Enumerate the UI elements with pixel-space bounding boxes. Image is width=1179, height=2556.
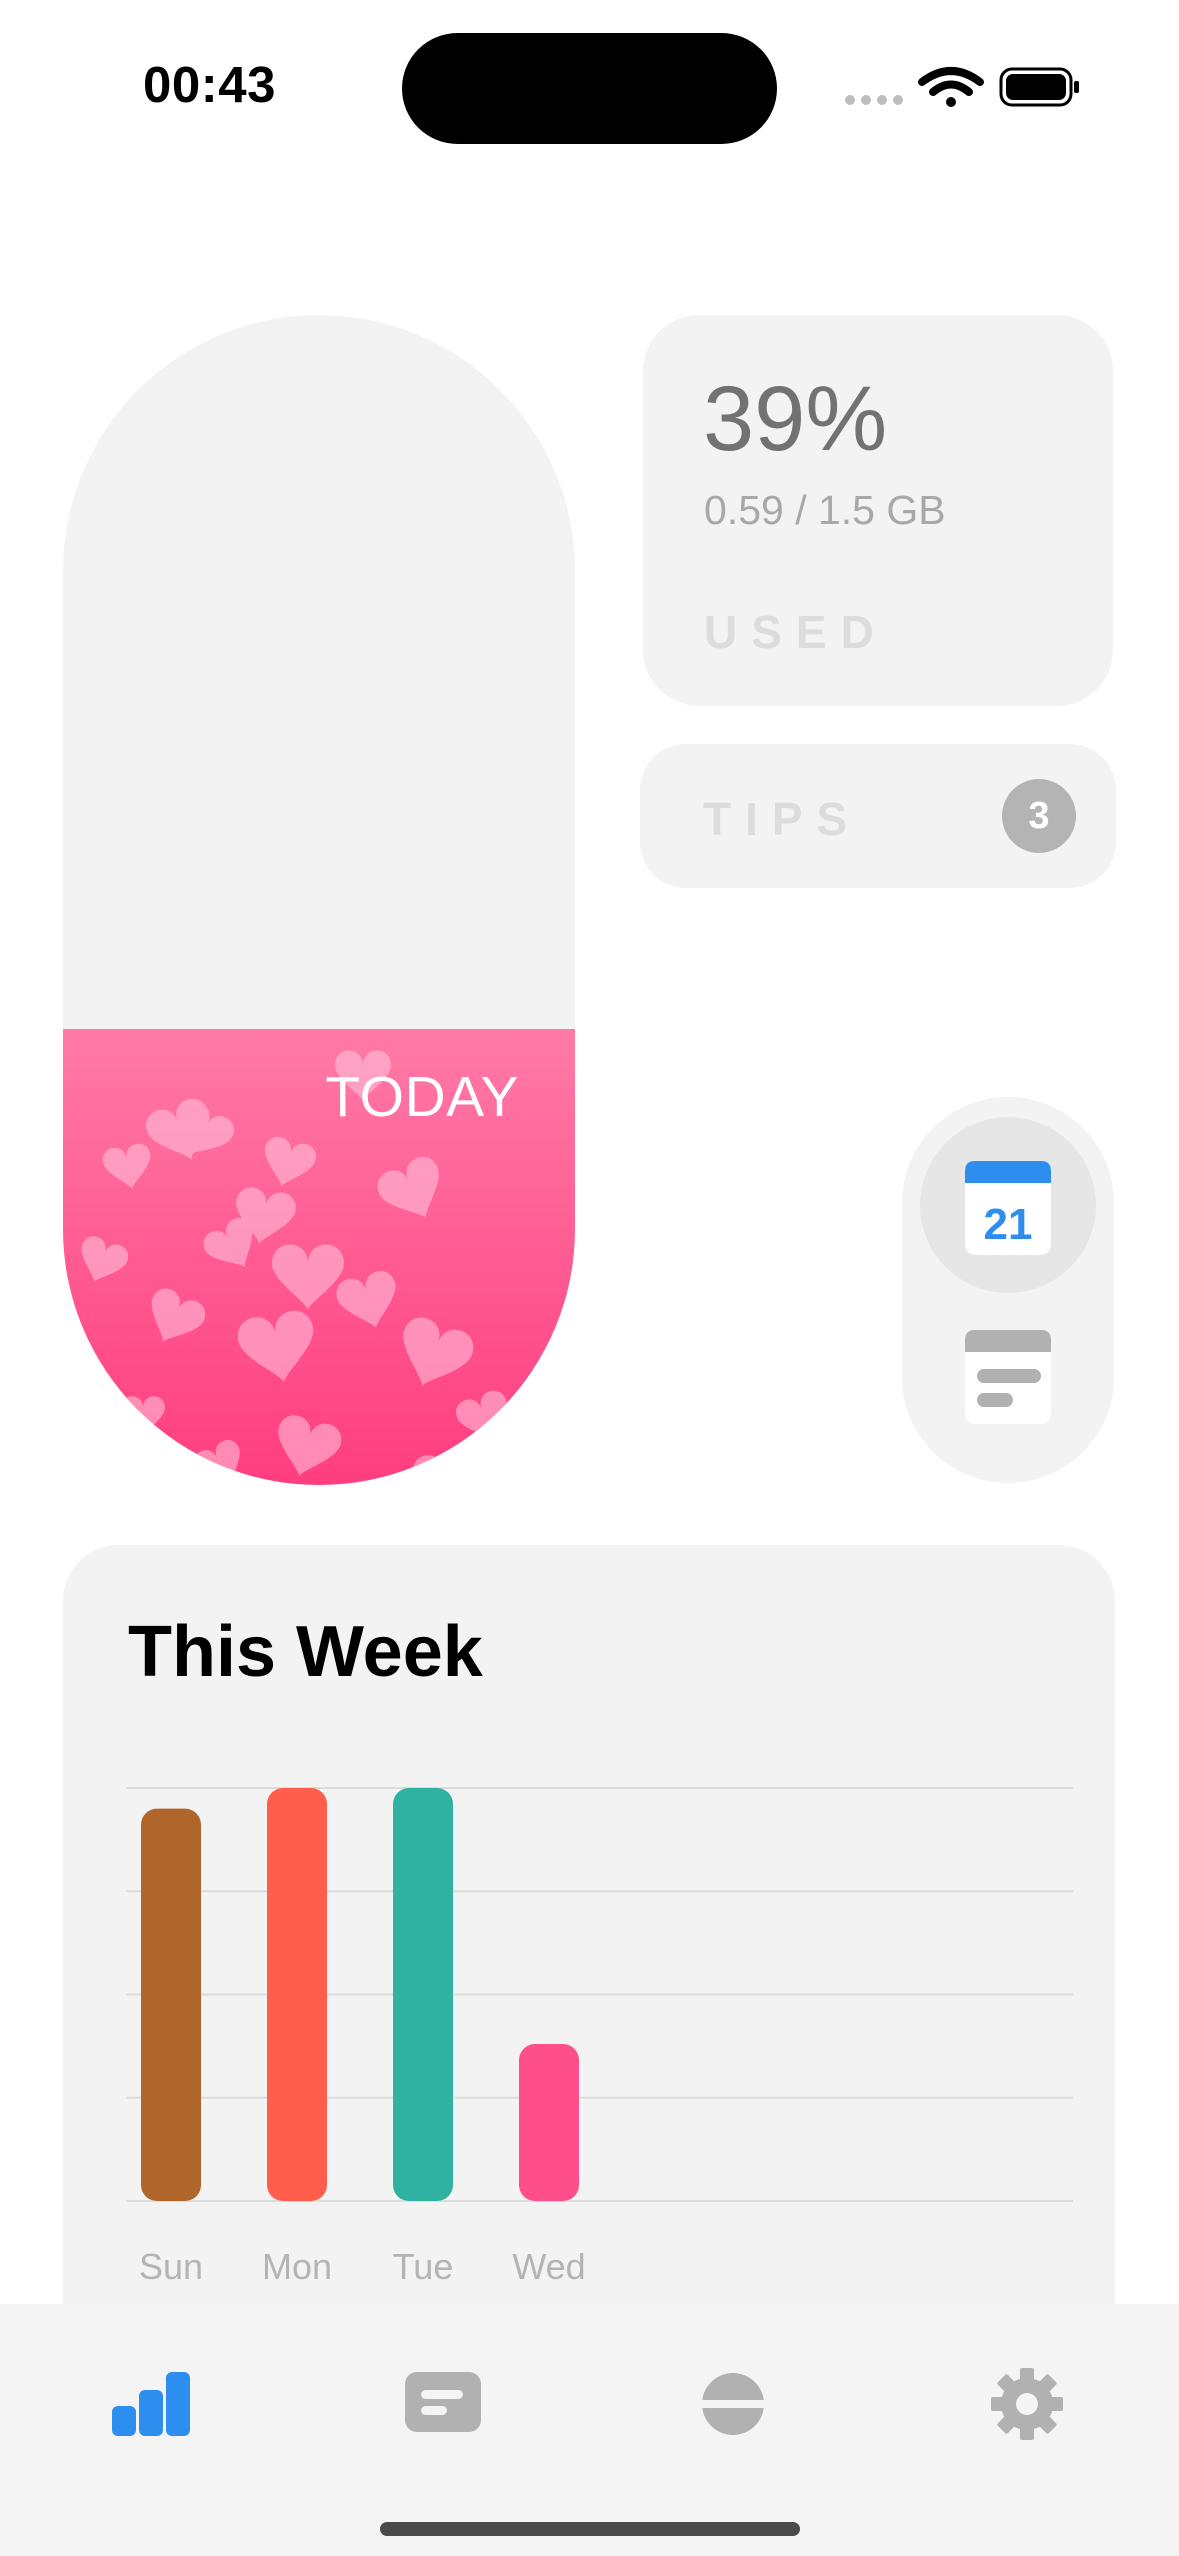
tips-label: TIPS	[703, 793, 862, 845]
calendar-view-button[interactable]: 21	[920, 1117, 1096, 1293]
note-list-icon	[965, 1330, 1051, 1424]
tips-count-badge: 3	[1002, 779, 1076, 853]
screen: 00:43 TODAY 39% 0.59 / 1.5 GB USED TIPS …	[0, 0, 1179, 2556]
usage-card[interactable]: 39% 0.59 / 1.5 GB USED	[643, 315, 1113, 706]
wifi-icon	[918, 67, 984, 107]
tab-bar	[0, 2304, 1179, 2556]
tab-settings[interactable]	[967, 2344, 1087, 2444]
tips-button[interactable]: TIPS 3	[640, 744, 1116, 888]
today-usage-pill[interactable]: TODAY	[63, 315, 575, 1485]
chart-bar-wed[interactable]	[519, 2044, 579, 2201]
gear-icon	[991, 2368, 1063, 2440]
tab-statistics[interactable]	[92, 2344, 212, 2444]
today-label: TODAY	[325, 1065, 519, 1129]
usage-amount: 0.59 / 1.5 GB	[704, 487, 946, 533]
list-view-button[interactable]	[920, 1293, 1096, 1469]
usage-label: USED	[704, 606, 888, 658]
pill-icon	[699, 2373, 767, 2435]
battery-icon	[999, 67, 1079, 107]
status-icons	[844, 64, 1084, 112]
chart-bar-tue[interactable]	[393, 1788, 453, 2201]
bar-chart-icon	[112, 2372, 190, 2436]
home-indicator	[380, 2522, 800, 2536]
chart-tick-label: Mon	[262, 2246, 332, 2287]
chart-bar-sun[interactable]	[141, 1808, 201, 2201]
dynamic-island	[402, 33, 777, 144]
week-bar-chart: Sun Mon Tue Wed	[126, 1787, 1073, 2287]
chart-tick-label: Tue	[393, 2246, 454, 2287]
chart-tick-label: Sun	[139, 2246, 203, 2287]
calendar-icon: 21	[965, 1161, 1051, 1255]
tab-plan[interactable]	[673, 2344, 793, 2444]
usage-percent: 39%	[703, 368, 888, 470]
chart-tick-label: Wed	[512, 2246, 585, 2287]
cellular-signal-icon	[845, 95, 903, 105]
tab-messages[interactable]	[383, 2344, 503, 2444]
view-toggle: 21	[902, 1097, 1114, 1483]
calendar-day: 21	[984, 1200, 1033, 1249]
today-usage-fill: TODAY	[63, 1029, 575, 1485]
message-icon	[405, 2372, 481, 2432]
status-time: 00:43	[143, 56, 276, 113]
chart-bar-mon[interactable]	[267, 1788, 327, 2201]
